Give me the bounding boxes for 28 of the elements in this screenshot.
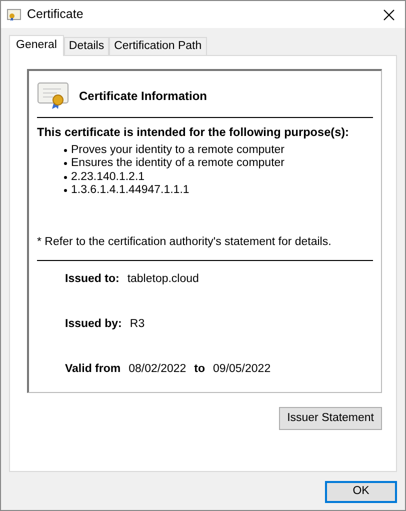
field-label: Issued by: [65, 317, 122, 332]
field-label: to [194, 362, 206, 378]
bullet-icon [64, 148, 67, 152]
close-icon[interactable] [383, 8, 395, 20]
bullet-icon [64, 162, 67, 166]
certificate-icon [7, 8, 21, 20]
field-value: 08/02/2022 [128, 362, 186, 378]
bullet-icon [64, 189, 67, 192]
field-label: Issued to: [65, 272, 120, 287]
ok-button[interactable]: OK [325, 481, 397, 503]
field-value: tabletop.cloud [127, 272, 199, 287]
tab[interactable]: Details [64, 37, 110, 55]
purpose-item: 2.23.140.1.2.1 [71, 170, 145, 184]
tab[interactable]: General [9, 35, 64, 56]
field-value: 09/05/2022 [213, 362, 271, 378]
field-value: R3 [130, 317, 145, 332]
field-label: Valid from [65, 362, 121, 378]
purpose-item: Proves your identity to a remote computer [71, 144, 284, 158]
purpose-heading: This certificate is intended for the following purpose(s): [37, 124, 350, 141]
certificate-icon [37, 82, 69, 110]
issuer-statement-button[interactable]: Issuer Statement [279, 407, 382, 430]
purpose-item: Ensures the identity of a remote computer [71, 157, 284, 171]
section-heading: Certificate Information [79, 88, 208, 105]
window-title: Certificate [27, 6, 84, 24]
purpose-item: 1.3.6.1.4.1.44947.1.1.1 [71, 184, 190, 198]
tab[interactable]: Certification Path [109, 37, 207, 55]
note-text: * Refer to the certification authority's statement for details. [37, 234, 332, 250]
bullet-icon [64, 176, 67, 179]
